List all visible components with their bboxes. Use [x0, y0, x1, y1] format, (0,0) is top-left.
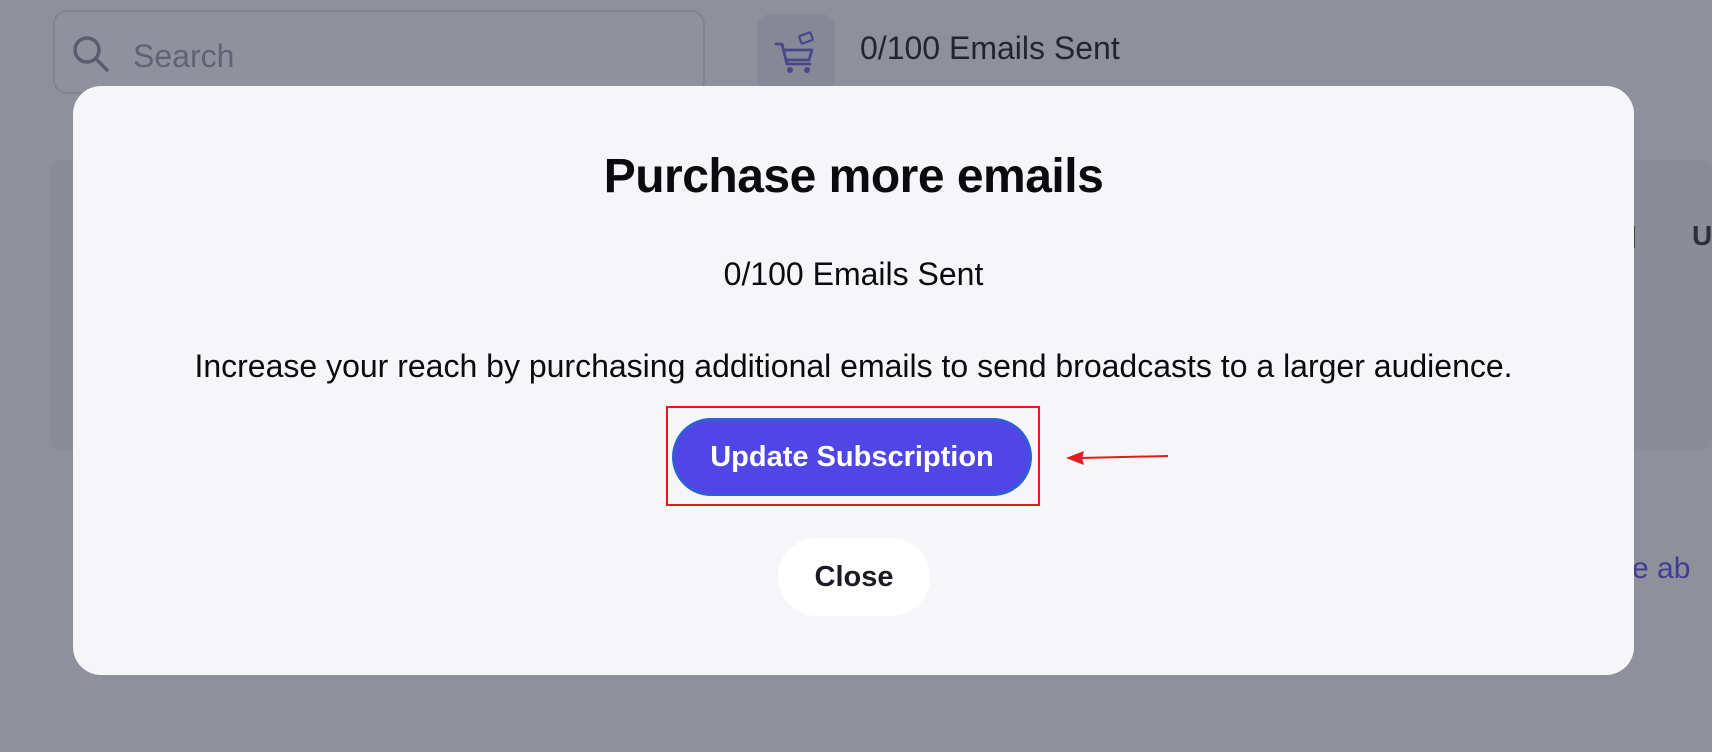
arrow-left-icon [1066, 451, 1169, 465]
modal-description: Increase your reach by purchasing additi… [194, 348, 1513, 384]
emails-sent-count: 0/100 Emails Sent [723, 256, 984, 292]
close-button[interactable]: Close [778, 538, 930, 616]
modal-title: Purchase more emails [603, 150, 1104, 203]
purchase-emails-modal: Purchase more emails 0/100 Emails Sent I… [73, 86, 1634, 675]
update-subscription-button[interactable]: Update Subscription [672, 418, 1032, 496]
